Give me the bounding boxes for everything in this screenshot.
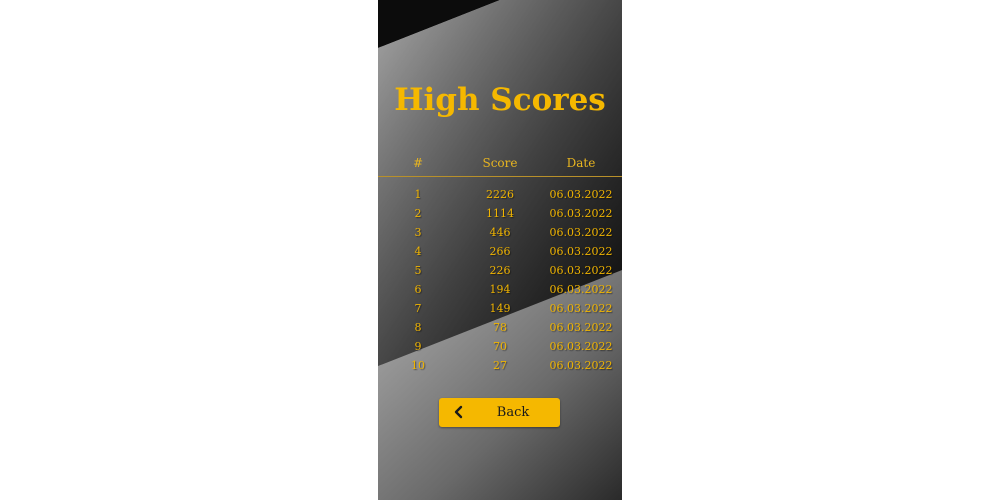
chevron-left-icon <box>454 405 463 419</box>
rank-cell: 4 <box>414 245 422 258</box>
score-cell: 226 <box>489 264 511 277</box>
header-divider <box>378 176 622 177</box>
table-row: 10 27 06.03.2022 <box>378 356 622 375</box>
score-cell: 2226 <box>486 188 514 201</box>
rank-cell: 3 <box>414 226 422 239</box>
date-cell: 06.03.2022 <box>549 359 613 372</box>
date-cell: 06.03.2022 <box>549 245 613 258</box>
table-row: 3 446 06.03.2022 <box>378 223 622 242</box>
date-cell: 06.03.2022 <box>549 226 613 239</box>
score-cell: 446 <box>489 226 511 239</box>
date-cell: 06.03.2022 <box>549 283 613 296</box>
score-cell: 266 <box>489 245 511 258</box>
rank-cell: 2 <box>414 207 422 220</box>
table-row: 2 1114 06.03.2022 <box>378 204 622 223</box>
back-button[interactable]: Back <box>439 398 560 427</box>
table-row: 6 194 06.03.2022 <box>378 280 622 299</box>
column-header-score: Score <box>482 156 518 170</box>
table-row: 1 2226 06.03.2022 <box>378 185 622 204</box>
scores-table: 1 2226 06.03.2022 2 1114 06.03.2022 3 44… <box>378 185 622 375</box>
date-cell: 06.03.2022 <box>549 264 613 277</box>
date-cell: 06.03.2022 <box>549 188 613 201</box>
table-row: 7 149 06.03.2022 <box>378 299 622 318</box>
page-title: High Scores <box>394 82 606 118</box>
back-button-label: Back <box>496 405 530 420</box>
score-cell: 1114 <box>486 207 514 220</box>
rank-cell: 9 <box>414 340 422 353</box>
score-cell: 194 <box>489 283 511 296</box>
date-cell: 06.03.2022 <box>549 340 613 353</box>
score-cell: 70 <box>493 340 507 353</box>
score-cell: 27 <box>493 359 507 372</box>
high-scores-screen: High Scores # Score Date 1 2226 06.03.20… <box>378 0 622 500</box>
table-header: # Score Date <box>378 156 622 172</box>
score-cell: 149 <box>489 302 511 315</box>
date-cell: 06.03.2022 <box>549 207 613 220</box>
column-header-rank: # <box>412 156 424 170</box>
table-row: 8 78 06.03.2022 <box>378 318 622 337</box>
score-cell: 78 <box>493 321 507 334</box>
table-row: 9 70 06.03.2022 <box>378 337 622 356</box>
table-row: 4 266 06.03.2022 <box>378 242 622 261</box>
rank-cell: 8 <box>414 321 422 334</box>
rank-cell: 10 <box>411 359 425 372</box>
rank-cell: 6 <box>414 283 422 296</box>
column-header-date: Date <box>566 156 596 170</box>
table-row: 5 226 06.03.2022 <box>378 261 622 280</box>
date-cell: 06.03.2022 <box>549 302 613 315</box>
rank-cell: 7 <box>414 302 422 315</box>
rank-cell: 5 <box>414 264 422 277</box>
rank-cell: 1 <box>414 188 422 201</box>
date-cell: 06.03.2022 <box>549 321 613 334</box>
